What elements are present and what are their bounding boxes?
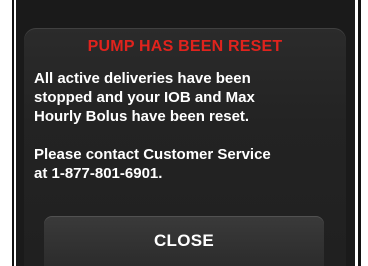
- device-screen: PUMP HAS BEEN RESET All active deliverie…: [16, 0, 355, 266]
- message-line: All active deliveries have been: [34, 70, 251, 87]
- device-bezel-left: [0, 0, 14, 266]
- device-frame: PUMP HAS BEEN RESET All active deliverie…: [0, 0, 368, 266]
- close-button[interactable]: CLOSE: [44, 216, 324, 266]
- message-paragraph: All active deliveries have been stopped …: [34, 69, 336, 126]
- close-button-label: CLOSE: [153, 231, 215, 250]
- alert-dialog: PUMP HAS BEEN RESET All active deliverie…: [24, 28, 346, 266]
- contact-line: Please contact Customer Service: [34, 146, 271, 163]
- message-line: stopped and your IOB and Max: [34, 89, 255, 106]
- dialog-message: All active deliveries have been stopped …: [34, 69, 336, 183]
- device-bezel-right: [358, 0, 368, 266]
- contact-paragraph: Please contact Customer Service at 1-877…: [34, 145, 336, 183]
- dialog-title: PUMP HAS BEEN RESET: [87, 38, 283, 55]
- contact-line: at 1-877-801-6901.: [34, 165, 163, 182]
- message-line: Hourly Bolus have been reset.: [34, 108, 250, 125]
